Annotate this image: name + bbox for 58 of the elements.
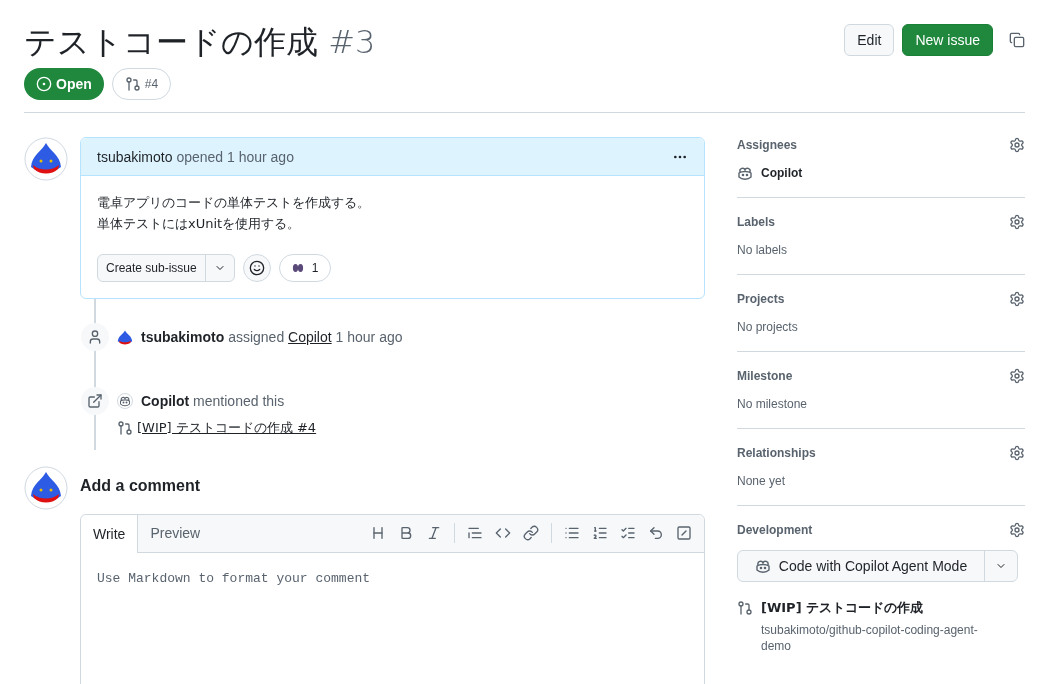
copilot-icon — [737, 165, 753, 181]
editor-tab[interactable]: Preview — [138, 514, 213, 552]
timeline-event-text: tsubakimoto assigned Copilot 1 hour ago — [141, 328, 403, 347]
pull-request-icon — [737, 600, 753, 616]
add-comment-heading: Add a comment — [80, 475, 201, 496]
settings-icon[interactable] — [1009, 522, 1025, 538]
slash-command-icon[interactable] — [676, 525, 692, 542]
edit-button[interactable]: Edit — [844, 24, 895, 56]
pull-request-link[interactable]: [WIP] テストコードの作成 #4 — [137, 419, 317, 438]
comment-input-field[interactable]: Use Markdown to format your comment — [81, 552, 704, 684]
assignee-name[interactable]: Copilot — [761, 165, 803, 181]
smiley-icon — [248, 260, 265, 276]
sidebar-section-value: No labels — [737, 242, 789, 258]
avatar-icon — [24, 137, 68, 181]
cross-reference-icon — [81, 387, 109, 415]
numbered-list-icon[interactable] — [592, 525, 608, 542]
editor-tab[interactable]: Write — [81, 514, 139, 553]
new-issue-button[interactable]: New issue — [902, 24, 993, 56]
sidebar-section-title: Development — [737, 522, 813, 538]
comment-header-text: tsubakimoto opened 1 hour ago — [97, 147, 294, 167]
pull-request-icon — [124, 76, 141, 92]
settings-icon[interactable] — [1009, 445, 1025, 461]
repository-name: tsubakimoto/github-copilot-coding-agent-demo — [761, 621, 979, 654]
sidebar-section-value: No projects — [737, 319, 799, 335]
sidebar-section-value: No milestone — [737, 396, 809, 412]
heading-icon[interactable] — [370, 525, 386, 542]
sidebar-section-title: Assignees — [737, 137, 798, 153]
sidebar-section-title: Labels — [737, 214, 775, 230]
copy-icon[interactable] — [1009, 32, 1025, 48]
open-status-badge: Open — [24, 68, 104, 100]
copilot-icon — [119, 395, 131, 407]
settings-icon[interactable] — [1009, 214, 1025, 230]
comment-body-line: 単体テストにはxUnitを使用する。 — [97, 215, 302, 233]
eyes-icon — [291, 263, 304, 273]
settings-icon[interactable] — [1009, 291, 1025, 307]
pull-request-icon — [117, 420, 133, 437]
assigned-event-icon — [81, 323, 109, 351]
add-reaction-button[interactable] — [242, 254, 271, 282]
sidebar-section-title: Projects — [737, 291, 785, 307]
settings-icon[interactable] — [1009, 368, 1025, 384]
open-issue-icon — [36, 76, 52, 92]
bold-icon[interactable] — [398, 525, 414, 542]
linked-pull-request-link[interactable]: [WIP] テストコードの作成 — [761, 598, 1001, 618]
small-avatar-icon — [117, 329, 133, 345]
comment-editor[interactable]: Write Preview Use Markdown to format your comment — [80, 513, 705, 684]
undo-icon[interactable] — [648, 525, 664, 542]
timeline-event-text: Copilot mentioned this — [141, 392, 285, 411]
italic-icon[interactable] — [426, 525, 442, 542]
sidebar-section-title: Milestone — [737, 368, 793, 384]
issue-title: テストコードの作成 #3 — [24, 22, 376, 63]
sidebar-section-value: None yet — [737, 473, 787, 489]
copilot-icon — [754, 558, 771, 574]
comment-body-line: 電卓アプリのコードの単体テストを作成する。 — [97, 194, 371, 212]
link-icon[interactable] — [523, 525, 539, 542]
avatar-icon — [24, 465, 68, 510]
settings-icon[interactable] — [1009, 137, 1025, 153]
assignee-link[interactable]: Copilot — [288, 329, 332, 345]
sidebar-section-title: Relationships — [737, 445, 816, 461]
